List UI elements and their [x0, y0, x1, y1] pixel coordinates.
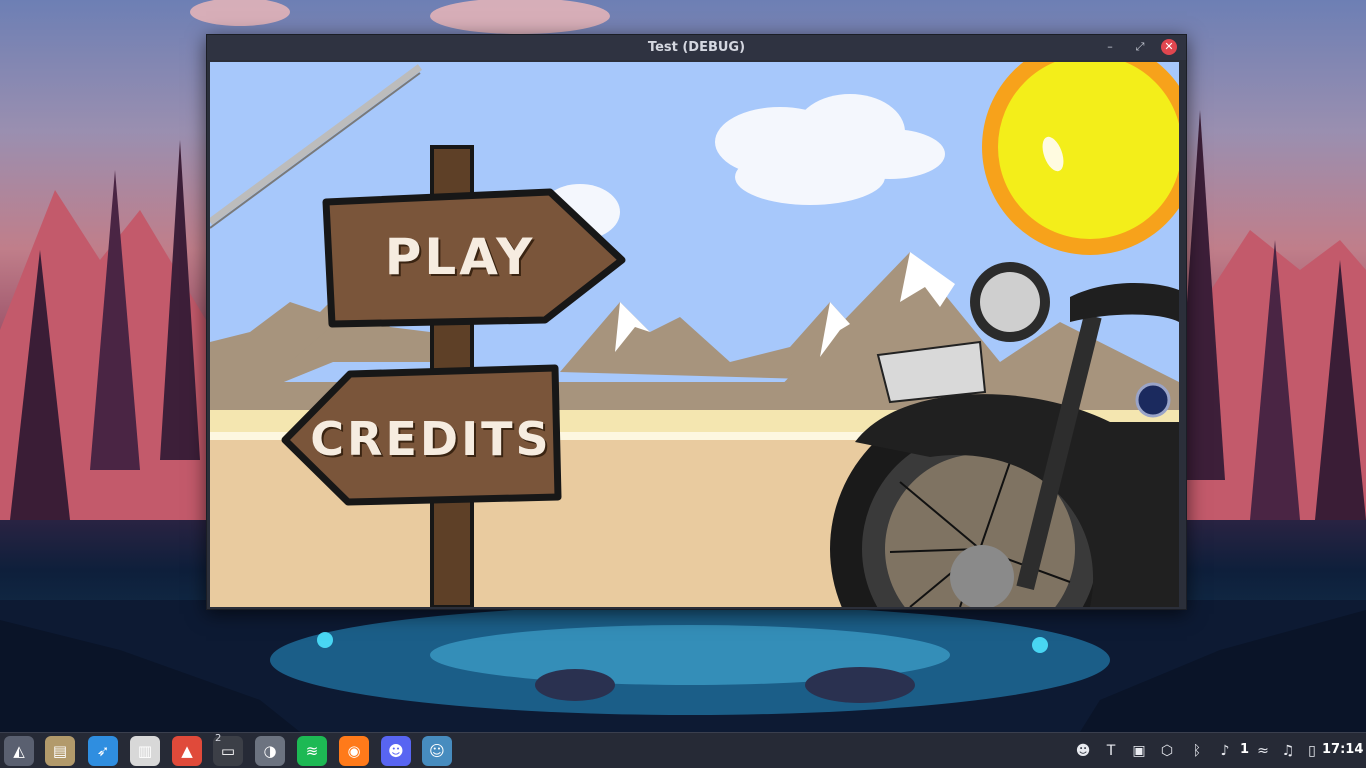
- minimize-button[interactable]: –: [1102, 39, 1118, 55]
- music-tray-icon[interactable]: ♫: [1277, 733, 1299, 768]
- close-button[interactable]: ✕: [1161, 39, 1177, 55]
- bluetooth-tray-icon[interactable]: ᛒ: [1186, 733, 1208, 768]
- notification-count: 1: [1240, 742, 1250, 757]
- maximize-button[interactable]: ⤢: [1132, 39, 1148, 55]
- window-titlebar[interactable]: Test (DEBUG) – ⤢ ✕: [207, 35, 1186, 60]
- rocket-app-icon[interactable]: ▲: [172, 736, 202, 766]
- game-viewport[interactable]: PLAY CREDITS: [210, 62, 1179, 607]
- taskbar: ◭ ▤ ➶ ▥ ▲ ▭ ◑ ≋ ◉ ☻ ☺ ☻ T ▣ ⬡ ᛒ ♪ ≈ ♫ ▯: [0, 732, 1366, 768]
- firefox-icon[interactable]: ◉: [339, 736, 369, 766]
- launcher-icon[interactable]: ◭: [4, 736, 34, 766]
- app-sphere-icon[interactable]: ◑: [255, 736, 285, 766]
- credits-button[interactable]: CREDITS: [308, 404, 554, 474]
- window-title: Test (DEBUG): [647, 40, 746, 55]
- play-button[interactable]: PLAY: [370, 222, 550, 292]
- game-scene: [210, 62, 1179, 607]
- clipboard-tray-icon[interactable]: ▣: [1128, 733, 1150, 768]
- game-window[interactable]: Test (DEBUG) – ⤢ ✕ PLAY CREDITS: [206, 34, 1187, 610]
- terminal-workspace-badge: 2: [215, 733, 222, 744]
- wifi-tray-icon[interactable]: ≈: [1252, 733, 1274, 768]
- package-tray-icon[interactable]: ⬡: [1156, 733, 1178, 768]
- godot-icon[interactable]: ☺: [422, 736, 452, 766]
- teams-tray-icon[interactable]: T: [1100, 733, 1122, 768]
- spotify-icon[interactable]: ≋: [297, 736, 327, 766]
- battery-tray-icon[interactable]: ▯: [1301, 733, 1323, 768]
- archive-icon[interactable]: ▥: [130, 736, 160, 766]
- files-icon[interactable]: ▤: [45, 736, 75, 766]
- notification-tray-icon[interactable]: ♪: [1214, 733, 1236, 768]
- clock[interactable]: 17:14: [1322, 732, 1366, 768]
- discord-icon[interactable]: ☻: [381, 736, 411, 766]
- browser-compass-icon[interactable]: ➶: [88, 736, 118, 766]
- discord-tray-icon[interactable]: ☻: [1072, 733, 1094, 768]
